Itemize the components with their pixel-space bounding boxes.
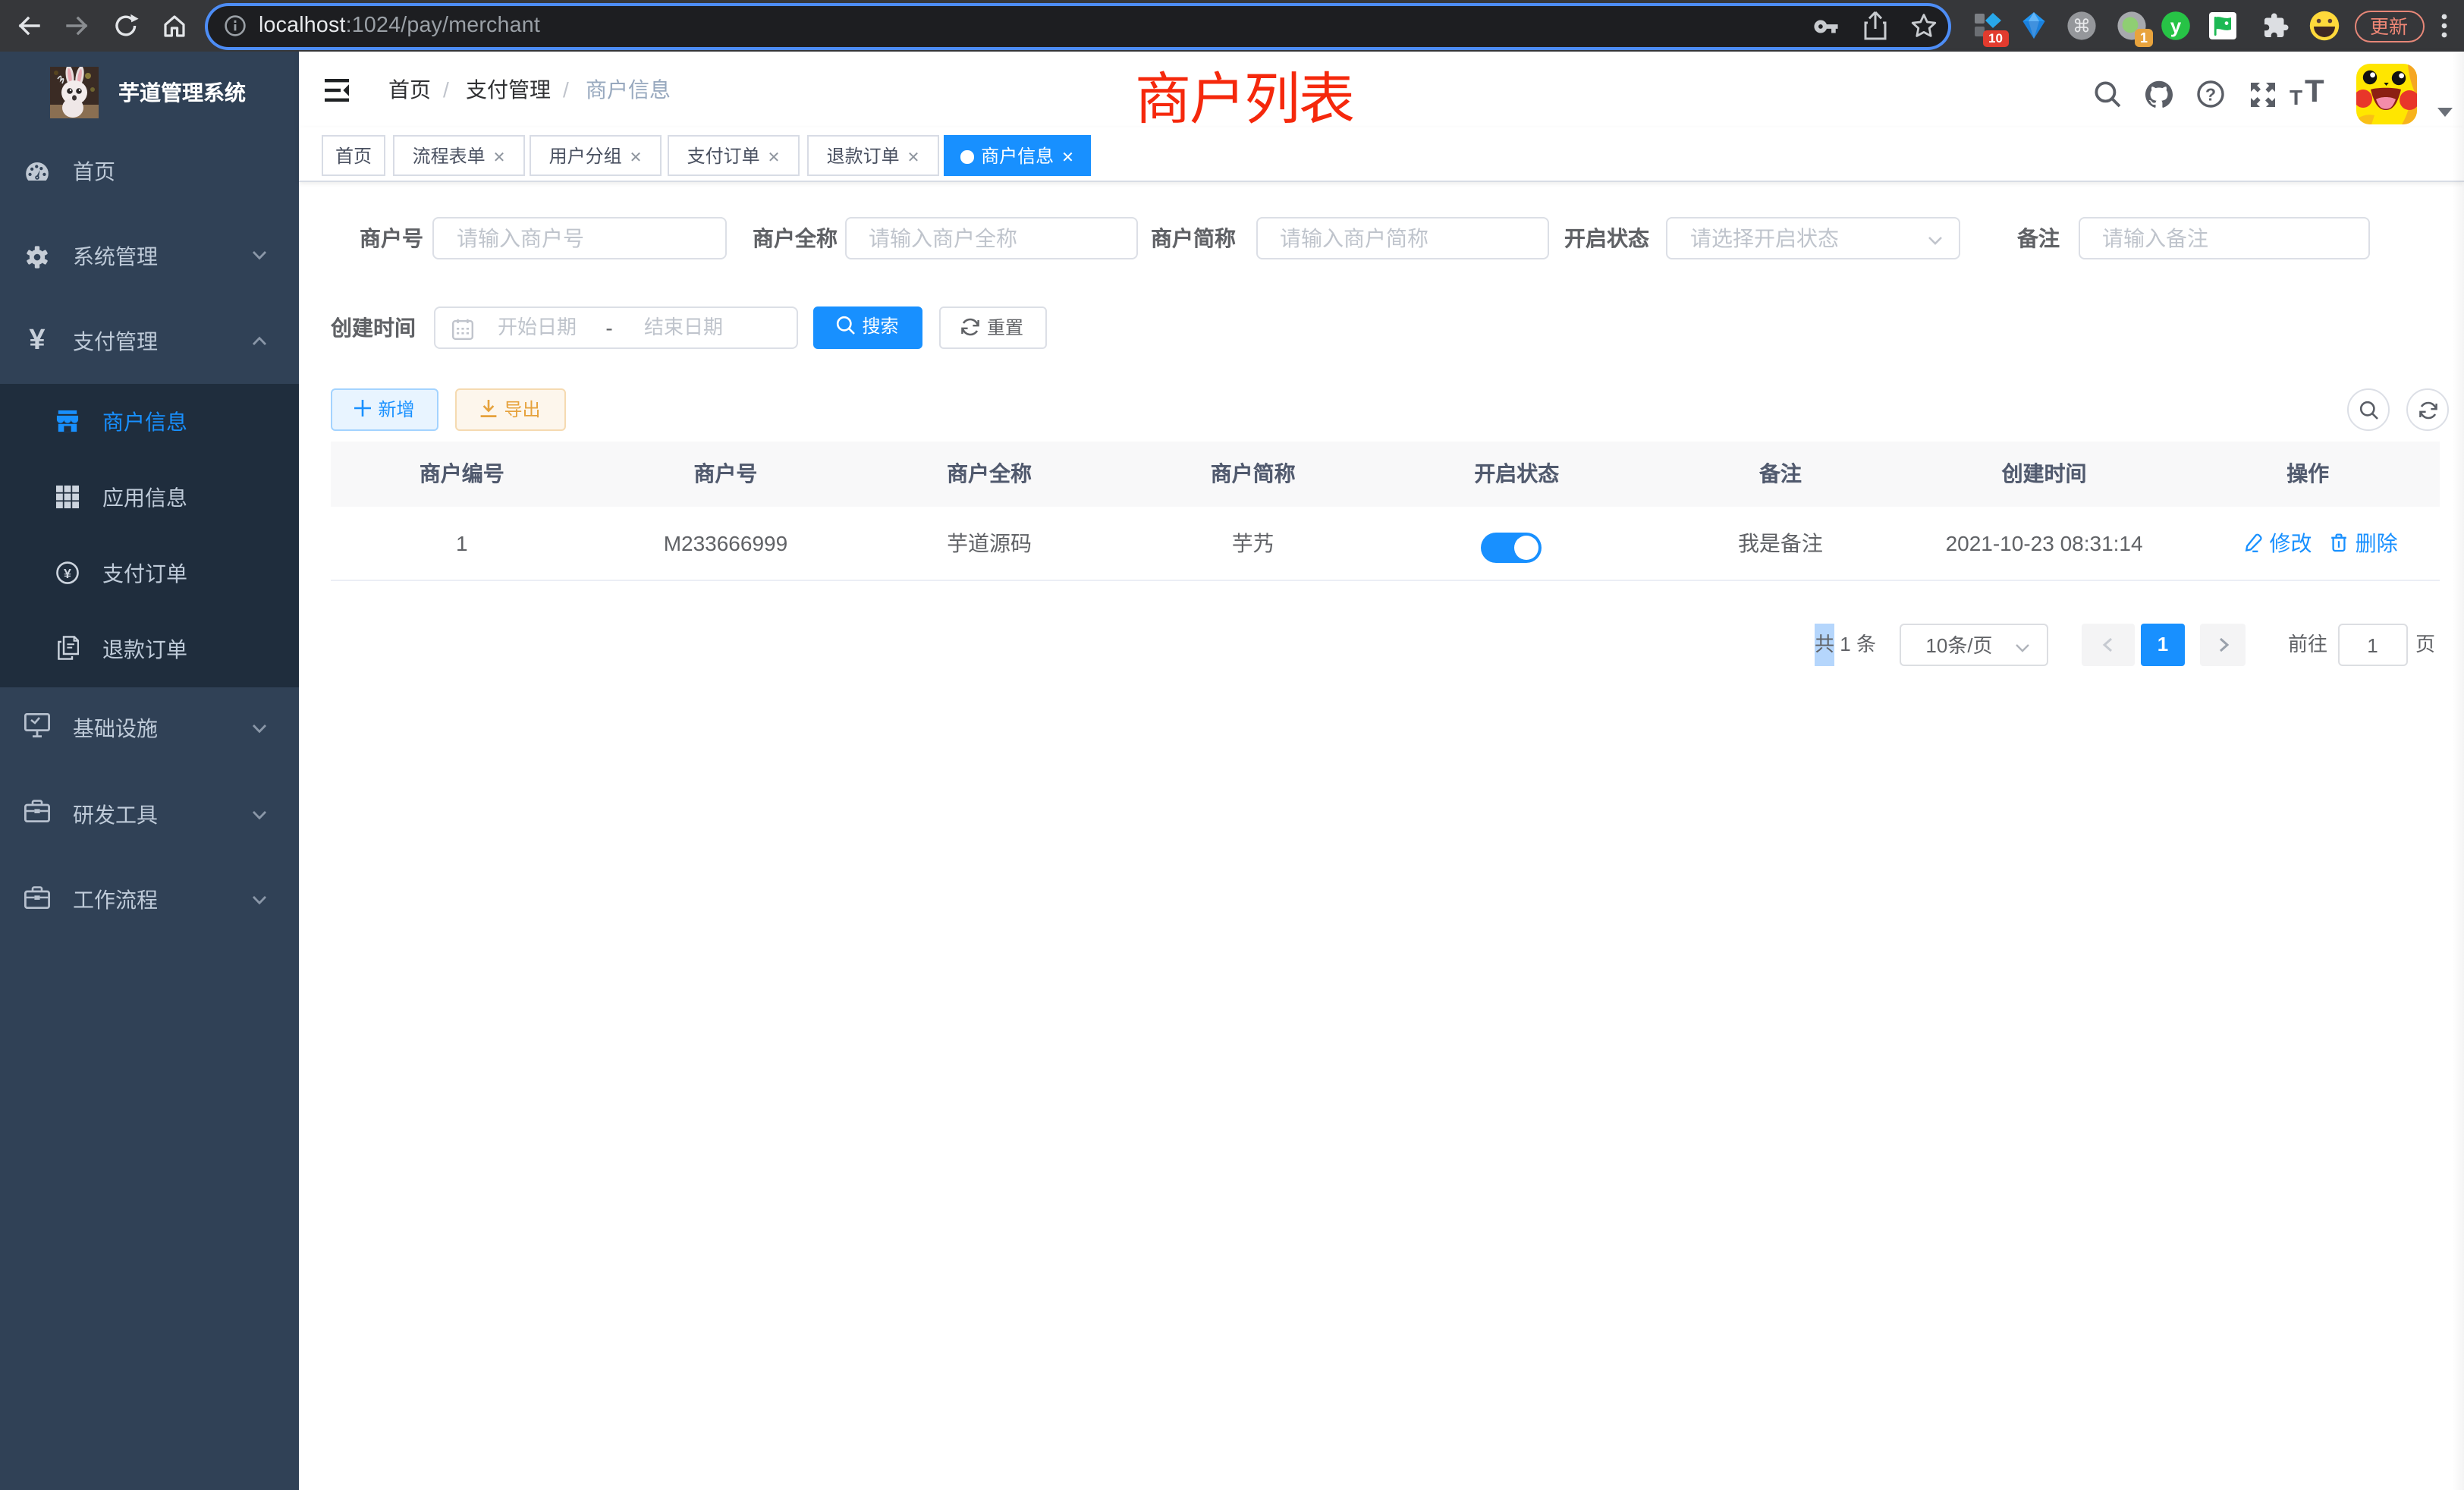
svg-text:¥: ¥ [64,566,71,581]
svg-text:y: y [2170,14,2182,37]
svg-text:?: ? [2205,84,2215,104]
svg-text:⌘: ⌘ [2073,16,2091,36]
